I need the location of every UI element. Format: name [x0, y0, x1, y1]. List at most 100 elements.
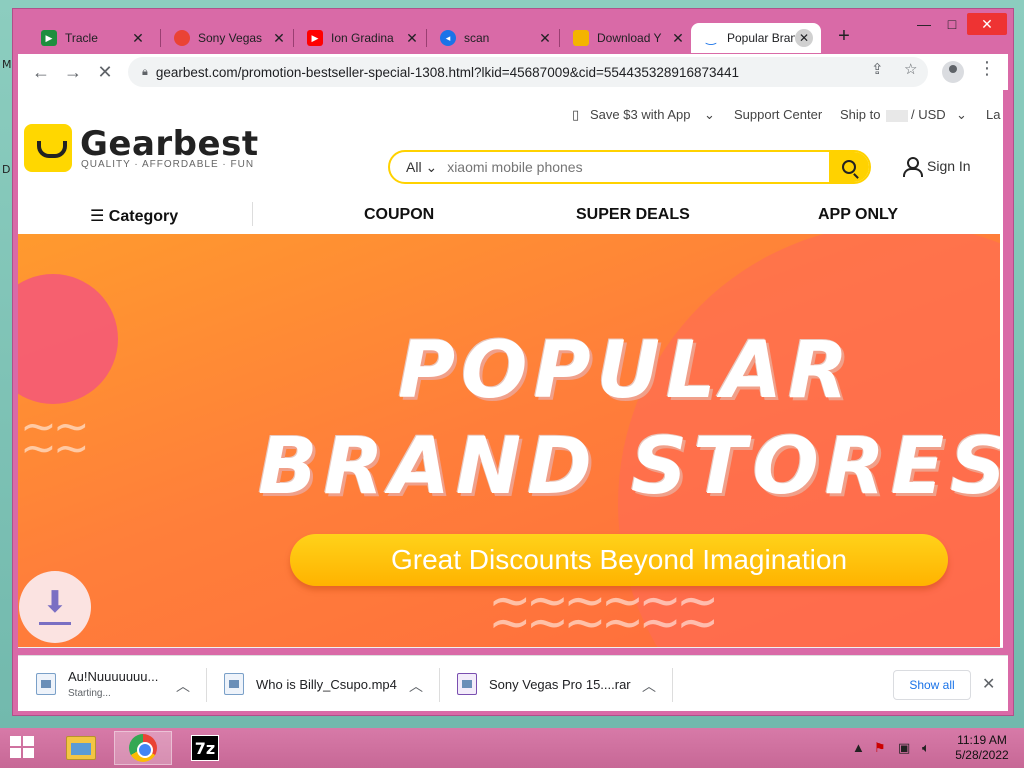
- nav-coupon[interactable]: COUPON: [364, 206, 434, 224]
- promo-banner[interactable]: ∼∼ ∼∼ ∼∼∼∼∼∼ ∼∼∼∼∼∼ POPULAR BRAND STORES G…: [18, 234, 1000, 648]
- tab-title: Download Y: [597, 31, 662, 45]
- search-input[interactable]: [447, 159, 829, 175]
- gearbest-logo-icon[interactable]: [24, 124, 72, 172]
- horizontal-scrollbar[interactable]: [18, 647, 1003, 648]
- network-icon[interactable]: ▣: [898, 740, 910, 756]
- tab-title: Tracle: [65, 31, 98, 45]
- close-icon[interactable]: ✕: [795, 29, 813, 47]
- minimize-button[interactable]: —: [909, 13, 939, 35]
- new-tab-button[interactable]: +: [833, 25, 855, 47]
- close-window-button[interactable]: ✕: [967, 13, 1007, 35]
- chevron-down-icon[interactable]: ⌄: [956, 107, 967, 123]
- tab-strip: ▶ Tracle ✕ Sony Vegas ✕ ▶ Ion Gradina ✕ …: [13, 9, 1013, 56]
- profile-avatar[interactable]: [942, 61, 964, 83]
- decor-circle: [18, 274, 118, 404]
- action-center-icon[interactable]: ⚑: [874, 740, 886, 756]
- 7zip-taskbar-button[interactable]: 7z: [176, 731, 234, 765]
- download-filename: Sony Vegas Pro 15....rar: [489, 676, 631, 692]
- tab-download[interactable]: Download Y ✕: [561, 23, 694, 53]
- tab-title: Ion Gradina: [331, 31, 394, 45]
- web-page: ▯ Save $3 with App ⌄ Support Center Ship…: [18, 90, 1003, 648]
- bookmark-star-icon[interactable]: ☆: [904, 60, 917, 78]
- category-menu[interactable]: ☰ Category: [90, 206, 178, 226]
- show-all-downloads-button[interactable]: Show all: [893, 670, 971, 700]
- banner-cta[interactable]: Great Discounts Beyond Imagination: [290, 534, 948, 586]
- tab-ion-gradina[interactable]: ▶ Ion Gradina ✕: [295, 23, 428, 53]
- download-item[interactable]: Sony Vegas Pro 15....rar: [457, 656, 631, 712]
- nav-super-deals[interactable]: SUPER DEALS: [576, 206, 690, 224]
- video-file-icon: [224, 673, 244, 695]
- user-icon: [903, 157, 923, 177]
- tab-title: scan: [464, 31, 490, 45]
- nav-app-only[interactable]: APP ONLY: [818, 206, 898, 224]
- tab-sony-vegas[interactable]: Sony Vegas ✕: [162, 23, 295, 53]
- site-icon: [573, 30, 589, 46]
- download-item[interactable]: Who is Billy_Csupo.mp4: [224, 656, 397, 712]
- forward-button[interactable]: →: [60, 59, 86, 85]
- folder-icon: [66, 736, 96, 760]
- banner-headline-line2: BRAND STORES: [258, 422, 1000, 512]
- banner-headline-line1: POPULAR: [398, 326, 855, 416]
- loading-icon: ‿: [706, 31, 716, 45]
- app-download-button[interactable]: ⬇: [19, 571, 91, 643]
- url-text[interactable]: gearbest.com/promotion-bestseller-specia…: [156, 65, 739, 80]
- phone-icon: ▯: [572, 107, 580, 122]
- search-category-select[interactable]: All ⌄: [390, 159, 447, 176]
- search-button[interactable]: [829, 152, 869, 182]
- ship-to-label[interactable]: Ship to: [840, 107, 880, 122]
- currency-label[interactable]: / USD: [911, 107, 946, 122]
- app-promo-link[interactable]: Save $3 with App: [590, 107, 690, 122]
- language-link[interactable]: La: [986, 107, 1000, 122]
- lock-icon[interactable]: 🔒︎: [142, 66, 148, 79]
- file-icon: [36, 673, 56, 695]
- tab-popular-brand[interactable]: ‿ Popular Bran ✕: [691, 23, 821, 53]
- desktop-edge-glyph: M: [2, 58, 12, 71]
- 7zip-icon: 7z: [191, 735, 219, 761]
- logo-tagline: QUALITY · AFFORDABLE · FUN: [81, 159, 255, 170]
- tab-title: Popular Bran: [727, 31, 795, 45]
- chevron-up-icon[interactable]: ︿: [642, 676, 656, 696]
- close-icon[interactable]: ✕: [130, 30, 146, 47]
- site-icon: [174, 30, 190, 46]
- stop-loading-button[interactable]: ✕: [92, 59, 118, 85]
- country-flag[interactable]: [886, 110, 908, 122]
- address-bar[interactable]: 🔒︎ gearbest.com/promotion-bestseller-spe…: [128, 57, 928, 87]
- download-filename: Who is Billy_Csupo.mp4: [256, 676, 397, 692]
- start-button[interactable]: [10, 736, 36, 760]
- chevron-up-icon[interactable]: ︿: [409, 676, 423, 696]
- download-status: Starting...: [68, 688, 111, 699]
- download-item[interactable]: Au!Nuuuuuuu... Starting...: [36, 656, 158, 712]
- decor-wave: ∼∼ ∼∼: [20, 401, 90, 474]
- download-arrow-icon: ⬇: [42, 586, 68, 619]
- logo-wordmark[interactable]: Gearbest: [80, 124, 259, 164]
- system-clock[interactable]: 11:19 AM 5/28/2022: [950, 733, 1014, 763]
- decor-wave: ∼∼∼∼∼∼ ∼∼∼∼∼∼: [488, 571, 719, 648]
- close-icon[interactable]: ✕: [404, 30, 420, 47]
- taskbar: 7z ▲ ⚑ ▣ 🔈︎ 11:19 AM 5/28/2022: [0, 728, 1024, 768]
- search-bar: All ⌄: [388, 150, 871, 184]
- show-hidden-icons[interactable]: ▲: [852, 740, 865, 755]
- share-icon[interactable]: ⇪: [871, 60, 884, 78]
- close-shelf-icon[interactable]: ✕: [982, 674, 995, 694]
- maximize-button[interactable]: □: [937, 13, 967, 35]
- chrome-icon: [129, 734, 157, 762]
- chevron-up-icon[interactable]: ︿: [176, 676, 190, 696]
- download-filename: Au!Nuuuuuuu...: [68, 669, 159, 684]
- close-icon[interactable]: ✕: [537, 30, 553, 47]
- chrome-taskbar-button[interactable]: [114, 731, 172, 765]
- search-icon: [842, 160, 856, 174]
- file-explorer-taskbar-button[interactable]: [52, 731, 110, 765]
- tab-tracle[interactable]: ▶ Tracle ✕: [29, 23, 154, 53]
- volume-muted-icon[interactable]: 🔈︎: [922, 740, 930, 756]
- desktop-edge-glyph: D: [2, 163, 11, 176]
- sign-in-link[interactable]: Sign In: [903, 157, 971, 177]
- chevron-down-icon[interactable]: ⌄: [704, 107, 715, 123]
- archive-file-icon: [457, 673, 477, 695]
- tab-scan[interactable]: ◂ scan ✕: [428, 23, 561, 53]
- close-icon[interactable]: ✕: [271, 30, 287, 47]
- play-icon: ▶: [41, 30, 57, 46]
- menu-icon[interactable]: ⋮: [978, 58, 996, 79]
- back-button[interactable]: ←: [28, 59, 54, 85]
- close-icon[interactable]: ✕: [670, 30, 686, 47]
- support-center-link[interactable]: Support Center: [734, 107, 822, 122]
